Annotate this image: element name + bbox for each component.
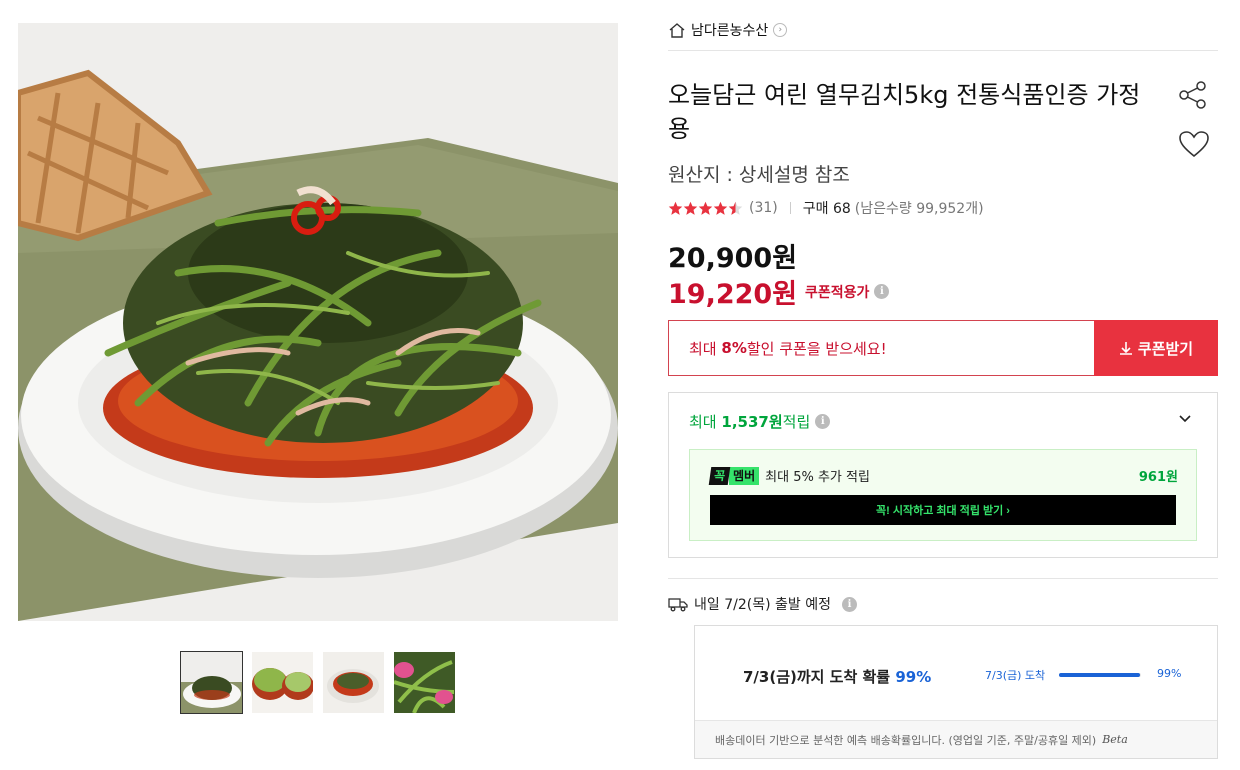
thumbnail-list — [180, 651, 455, 714]
member-badge-m: 멤버 — [729, 466, 760, 485]
coupon-suffix: 할인 쿠폰을 받으세요! — [746, 339, 887, 358]
thumbnail-4[interactable] — [394, 652, 455, 713]
reward-toggle-button[interactable] — [1177, 411, 1193, 431]
beta-label: Beta — [1102, 733, 1128, 746]
heart-icon — [1179, 131, 1209, 158]
download-icon — [1119, 342, 1132, 355]
coupon-price-label: 쿠폰적용가 — [805, 284, 870, 301]
chevron-right-icon: › — [773, 23, 788, 37]
reward-suffix: 적립 — [782, 413, 811, 431]
separator — [789, 202, 791, 214]
member-badge: 꼭 멤버 — [708, 466, 760, 485]
get-coupon-button[interactable]: 쿠폰받기 — [1094, 320, 1218, 376]
product-main-image[interactable] — [18, 23, 618, 621]
star-icon — [683, 201, 698, 215]
coupon-price-row: 19,220원 쿠폰적용가 i — [668, 272, 890, 311]
star-icon — [713, 201, 728, 215]
reward-prefix: 최대 — [689, 413, 717, 431]
probability-label: 7/3(금)까지 도착 확률 — [743, 668, 896, 686]
share-button[interactable] — [1178, 80, 1208, 114]
star-rating[interactable] — [668, 201, 743, 216]
review-count[interactable]: (31) — [749, 200, 778, 216]
seller-name: 남다른농수산 — [691, 23, 769, 39]
rating-row: (31) 구매 68 (남은수량 99,952개) — [668, 198, 984, 218]
arrival-probability-fill — [1059, 673, 1141, 677]
truck-icon — [668, 598, 688, 612]
member-reward-box: 꼭 멤버 최대 5% 추가 적립 961원 꼭! 시작하고 최대 적립 받기 › — [689, 449, 1197, 541]
shipping-row: 내일 7/2(목) 출발 예정 i — [668, 594, 857, 614]
info-icon[interactable]: i — [815, 414, 831, 429]
star-half-icon — [728, 201, 743, 215]
divider — [668, 50, 1218, 51]
arrival-probability-bar — [1059, 673, 1141, 677]
purchase-count: 구매 68 — [802, 201, 851, 217]
member-reward-amount: 961원 — [1138, 470, 1178, 485]
info-icon[interactable]: i — [841, 596, 857, 612]
reward-amount: 1,537원 — [721, 413, 783, 431]
member-reward-row: 꼭 멤버 최대 5% 추가 적립 961원 — [708, 466, 1178, 485]
delivery-probability-box: 7/3(금)까지 도착 확률 99% 7/3(금) 도착 99% 배송데이터 기… — [694, 625, 1218, 759]
origin-text: 원산지 : 상세설명 참조 — [668, 164, 850, 186]
star-icon — [668, 201, 683, 215]
member-badge-k: 꼭 — [708, 466, 731, 485]
product-title: 오늘담근 여린 열무김치5kg 전통식품인증 가정용 — [668, 81, 1141, 143]
thumbnail-3[interactable] — [323, 652, 384, 713]
original-price: 20,900원 — [668, 243, 798, 274]
seller-link[interactable]: 남다른농수산 › — [668, 20, 788, 40]
delivery-probability-note: 배송데이터 기반으로 분석한 예측 배송확률입니다. (영업일 기준, 주말/공… — [695, 720, 1217, 758]
star-icon — [698, 201, 713, 215]
thumbnail-1[interactable] — [180, 651, 243, 714]
arrival-bar-percent: 99% — [1157, 667, 1182, 680]
coupon-banner: 최대 8% 할인 쿠폰을 받으세요! — [668, 320, 1094, 376]
reward-summary: 최대 1,537원 적립 i — [689, 411, 831, 432]
delivery-note-text: 배송데이터 기반으로 분석한 예측 배송확률입니다. (영업일 기준, 주말/공… — [715, 733, 1097, 747]
thumbnail-2[interactable] — [252, 652, 313, 713]
shipping-text: 내일 7/2(목) 출발 예정 — [694, 597, 831, 613]
share-icon — [1179, 81, 1206, 109]
chevron-down-icon — [1179, 415, 1191, 423]
coupon-prefix: 최대 — [689, 339, 717, 358]
get-coupon-label: 쿠폰받기 — [1137, 340, 1194, 358]
divider — [668, 578, 1218, 579]
wishlist-button[interactable] — [1178, 130, 1210, 162]
member-start-button[interactable]: 꼭! 시작하고 최대 적립 받기 › — [710, 495, 1176, 525]
probability-percent: 99% — [895, 668, 932, 686]
member-reward-text: 최대 5% 추가 적립 — [765, 470, 870, 485]
reward-panel: 최대 1,537원 적립 i 꼭 멤버 최대 5% 추가 적립 961원 꼭! … — [668, 392, 1218, 558]
stock-remaining: (남은수량 99,952개) — [854, 201, 984, 217]
coupon-price: 19,220원 — [668, 279, 798, 310]
info-icon[interactable]: i — [874, 284, 890, 299]
coupon-percent: 8% — [721, 339, 747, 357]
delivery-probability-text: 7/3(금)까지 도착 확률 99% — [743, 666, 931, 687]
arrival-bar-label: 7/3(금) 도착 — [985, 669, 1046, 682]
home-icon — [669, 23, 685, 38]
